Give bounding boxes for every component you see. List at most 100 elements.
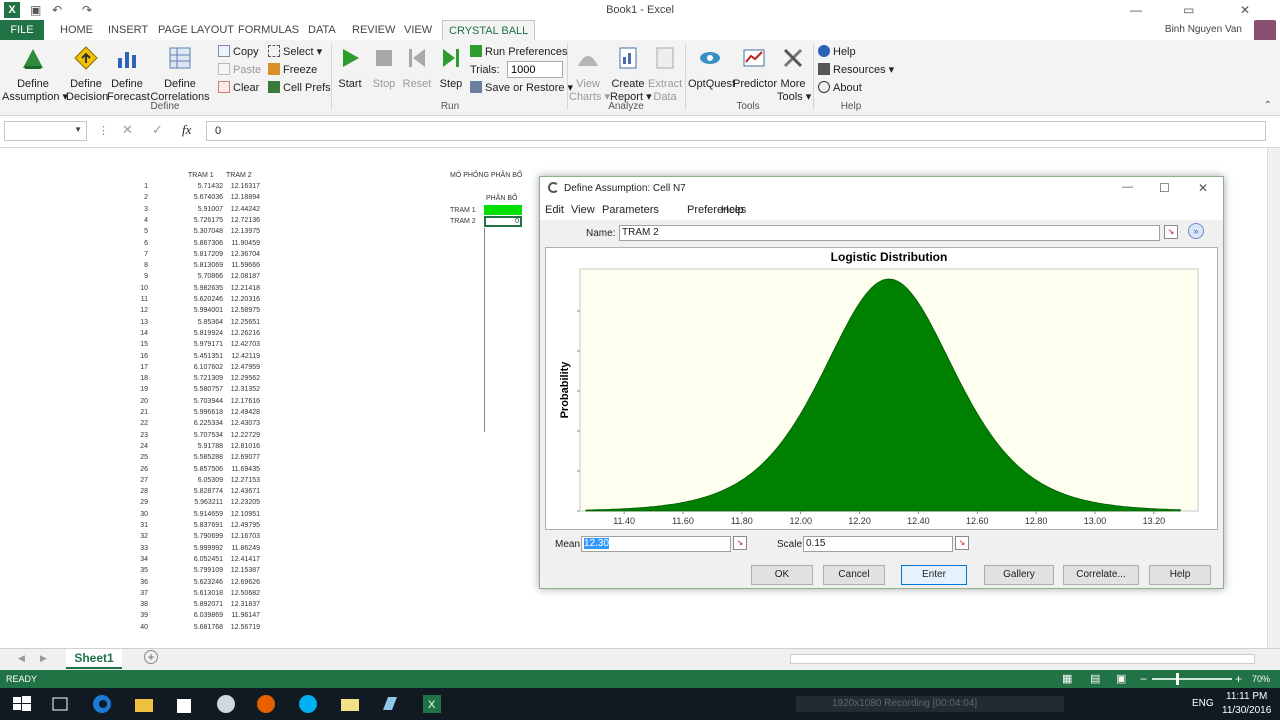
column-header-tram2[interactable]: TRAM 2 — [226, 172, 252, 179]
tram1-value[interactable]: 5.585288 — [183, 454, 223, 461]
zoom-slider-thumb[interactable] — [1176, 673, 1179, 685]
close-window-icon[interactable]: ✕ — [1240, 3, 1250, 17]
clock-time[interactable]: 11:11 PM — [1226, 691, 1267, 702]
tram2-value[interactable]: 11.59666 — [220, 262, 260, 269]
define-forecast-button[interactable]: Define Forecast — [107, 46, 150, 104]
tram2-value[interactable]: 12.43671 — [220, 488, 260, 495]
help-button[interactable]: Help — [818, 44, 856, 60]
row-index[interactable]: 13 — [108, 319, 148, 326]
tab-page-layout[interactable]: PAGE LAYOUT — [158, 20, 234, 40]
simulation-title[interactable]: MÔ PHỎNG PHÂN BỐ — [450, 172, 522, 179]
zoom-out-icon[interactable]: − — [1140, 672, 1147, 686]
zoom-in-icon[interactable]: + — [1235, 672, 1242, 686]
tram1-value[interactable]: 5.307048 — [183, 228, 223, 235]
column-header-tram1[interactable]: TRAM 1 — [188, 172, 214, 179]
tram2-value[interactable]: 12.42703 — [220, 341, 260, 348]
row-index[interactable]: 1 — [108, 183, 148, 190]
name-box[interactable]: ▼ — [4, 121, 87, 141]
cancel-button[interactable]: Cancel — [823, 565, 885, 585]
tram2-value[interactable]: 12.31837 — [220, 601, 260, 608]
tab-data[interactable]: DATA — [308, 20, 336, 40]
row-index[interactable]: 11 — [108, 296, 148, 303]
sim-label-tram1[interactable]: TRAM 1 — [450, 207, 476, 214]
tram1-value[interactable]: 5.813069 — [183, 262, 223, 269]
reset-button[interactable]: Reset — [402, 46, 432, 91]
scroll-right-icon[interactable]: ▶ — [40, 653, 47, 664]
tram2-value[interactable]: 12.29562 — [220, 375, 260, 382]
collapse-ribbon-icon[interactable]: ⌃ — [1264, 100, 1272, 111]
row-index[interactable]: 27 — [108, 477, 148, 484]
create-report-button[interactable]: Create Report ▾ — [610, 46, 652, 104]
row-index[interactable]: 2 — [108, 194, 148, 201]
task-view-icon[interactable] — [48, 692, 72, 716]
row-index[interactable]: 17 — [108, 364, 148, 371]
enter-button[interactable]: Enter — [901, 565, 967, 585]
define-correlations-button[interactable]: Define Correlations — [150, 46, 210, 104]
tram1-value[interactable]: 5.828774 — [183, 488, 223, 495]
folder-app-icon[interactable] — [338, 692, 362, 716]
row-index[interactable]: 18 — [108, 375, 148, 382]
skype-icon[interactable] — [296, 692, 320, 716]
tram1-value[interactable]: 5.681768 — [183, 624, 223, 631]
paste-button[interactable]: Paste — [218, 62, 261, 78]
step-button[interactable]: Step — [437, 46, 465, 91]
tram2-value[interactable]: 12.13975 — [220, 228, 260, 235]
tram1-value[interactable]: 5.999992 — [183, 545, 223, 552]
tram2-value[interactable]: 12.31352 — [220, 386, 260, 393]
tab-review[interactable]: REVIEW — [352, 20, 395, 40]
close-icon[interactable]: ✕ — [1198, 181, 1208, 195]
tram1-value[interactable]: 5.996618 — [183, 409, 223, 416]
row-index[interactable]: 35 — [108, 567, 148, 574]
edge-icon[interactable] — [90, 692, 114, 716]
row-index[interactable]: 21 — [108, 409, 148, 416]
tram2-value[interactable]: 12.50682 — [220, 590, 260, 597]
tram1-value[interactable]: 6.039869 — [183, 612, 223, 619]
language-indicator[interactable]: ENG — [1192, 698, 1214, 709]
tram1-value[interactable]: 5.71432 — [183, 183, 223, 190]
tram1-value[interactable]: 5.580757 — [183, 386, 223, 393]
row-index[interactable]: 39 — [108, 612, 148, 619]
freeze-button[interactable]: Freeze — [268, 62, 317, 78]
tram1-value[interactable]: 5.707534 — [183, 432, 223, 439]
row-index[interactable]: 24 — [108, 443, 148, 450]
row-index[interactable]: 4 — [108, 217, 148, 224]
predictor-button[interactable]: Predictor — [733, 46, 777, 91]
row-index[interactable]: 5 — [108, 228, 148, 235]
row-index[interactable]: 33 — [108, 545, 148, 552]
tram1-value[interactable]: 5.674036 — [183, 194, 223, 201]
tram1-value[interactable]: 5.451351 — [183, 353, 223, 360]
row-index[interactable]: 22 — [108, 420, 148, 427]
tram1-value[interactable]: 5.85364 — [183, 319, 223, 326]
tram1-value[interactable]: 5.70866 — [183, 273, 223, 280]
tram1-value[interactable]: 5.857506 — [183, 466, 223, 473]
start-button[interactable]: Start — [336, 46, 364, 91]
tram1-value[interactable]: 5.623246 — [183, 579, 223, 586]
ok-button[interactable]: OK — [751, 565, 813, 585]
tram1-value[interactable]: 5.613018 — [183, 590, 223, 597]
scale-input[interactable]: 0.15 — [803, 536, 953, 552]
row-index[interactable]: 16 — [108, 353, 148, 360]
tram1-value[interactable]: 5.914659 — [183, 511, 223, 518]
tram1-value[interactable]: 5.620246 — [183, 296, 223, 303]
tram2-value[interactable]: 12.56719 — [220, 624, 260, 631]
define-assumption-button[interactable]: Define Assumption ▾ — [2, 46, 68, 104]
row-index[interactable]: 8 — [108, 262, 148, 269]
mean-input[interactable]: 12.30 — [581, 536, 731, 552]
cell-reference-icon[interactable]: ↘ — [733, 536, 747, 550]
assumption-cell-tram1[interactable] — [484, 205, 522, 215]
tram2-value[interactable]: 12.16317 — [220, 183, 260, 190]
selected-cell[interactable]: 0 — [484, 216, 522, 227]
tram2-value[interactable]: 12.44242 — [220, 206, 260, 213]
menu-edit[interactable]: Edit — [545, 204, 564, 216]
cell-reference-icon[interactable]: ↘ — [1164, 225, 1178, 239]
tram2-value[interactable]: 11.90459 — [220, 240, 260, 247]
tram1-value[interactable]: 5.892071 — [183, 601, 223, 608]
zoom-level[interactable]: 70% — [1252, 674, 1270, 684]
tram1-value[interactable]: 6.05309 — [183, 477, 223, 484]
menu-view[interactable]: View — [571, 204, 595, 216]
tram1-value[interactable]: 5.790699 — [183, 533, 223, 540]
more-tools-button[interactable]: More Tools ▾ — [777, 46, 811, 104]
tram2-value[interactable]: 12.10951 — [220, 511, 260, 518]
avatar[interactable] — [1254, 20, 1276, 42]
maximize-icon[interactable]: ☐ — [1159, 181, 1170, 195]
